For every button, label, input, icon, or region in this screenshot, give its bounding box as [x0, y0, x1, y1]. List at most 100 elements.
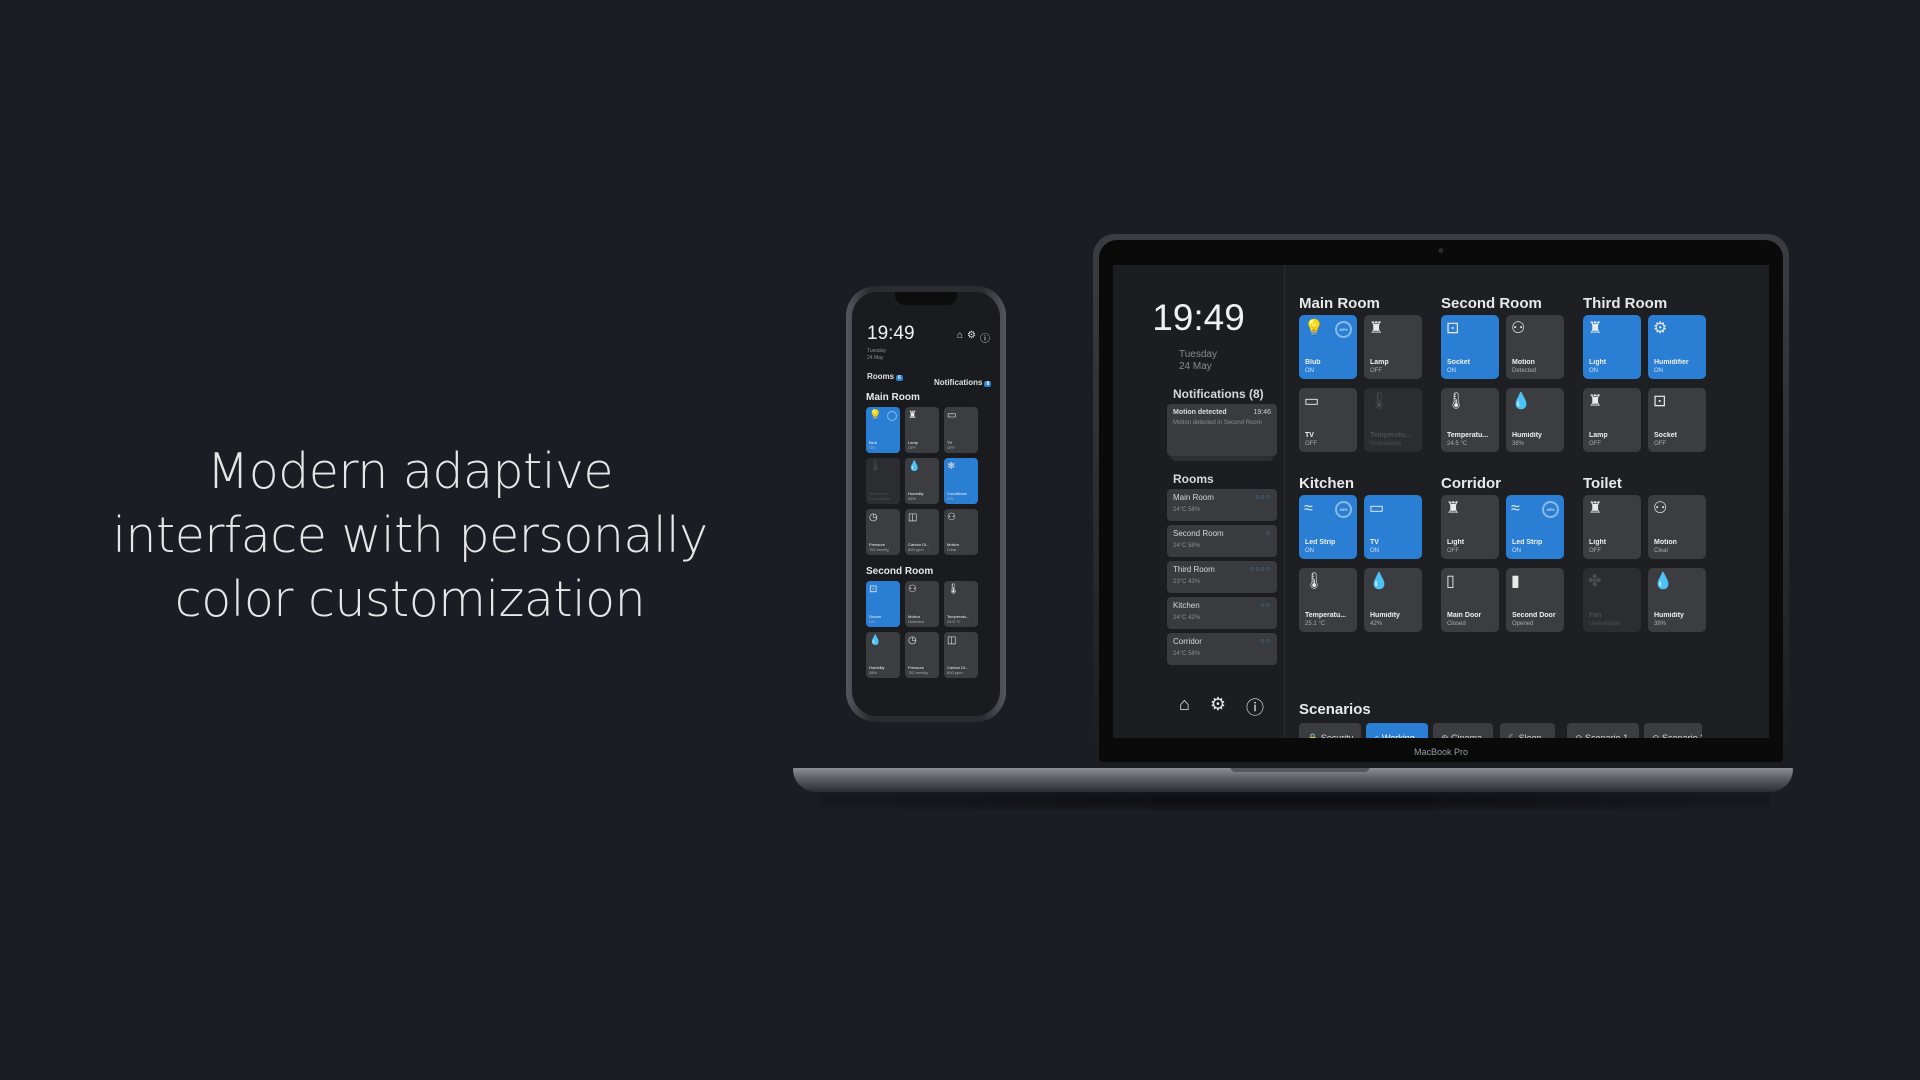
- tile-label: Motion: [1512, 359, 1535, 366]
- device-icon: 💧: [908, 461, 921, 472]
- device-tile[interactable]: ⚙ Humidifier ON: [1648, 315, 1706, 379]
- device-tile[interactable]: 💧 Humidity 38%: [1648, 568, 1706, 632]
- phone-device-tile[interactable]: 💧 Humidity 38%: [866, 632, 900, 678]
- phone-device-tile[interactable]: 💡 Blub ON: [866, 407, 900, 453]
- device-tile[interactable]: ♜ Light ON: [1583, 315, 1641, 379]
- device-tile[interactable]: ▭ TV ON: [1364, 495, 1422, 559]
- room-list-item[interactable]: Second Room 24°C 58% ○: [1167, 525, 1277, 557]
- room-list-item[interactable]: Third Room 23°C 43% ○○○○: [1167, 561, 1277, 593]
- room-status-dots: ○○○○: [1250, 566, 1271, 573]
- device-tile[interactable]: ⊡ Socket OFF: [1648, 388, 1706, 452]
- tab-rooms[interactable]: Rooms 6: [867, 372, 903, 381]
- tile-label: Led Strip: [1305, 539, 1336, 546]
- scenario-button[interactable]: ⊛ Cinema: [1433, 723, 1493, 738]
- device-icon: 💧: [869, 635, 882, 646]
- device-tile[interactable]: ♜ Light OFF: [1441, 495, 1499, 559]
- phone-device-tile[interactable]: ◫ Carbon Di... 800 ppm: [905, 509, 939, 555]
- device-tile[interactable]: ⊡ Socket ON: [1441, 315, 1499, 379]
- room-list-item[interactable]: Corridor 24°C 58% ○○: [1167, 633, 1277, 665]
- socket-icon: ⊡: [1653, 393, 1667, 410]
- tile-label: TV: [1305, 432, 1314, 439]
- room-list-item[interactable]: Kitchen 24°C 42% ○○: [1167, 597, 1277, 629]
- device-tile[interactable]: ▯ Main Door Closed: [1441, 568, 1499, 632]
- tile-status: ON: [869, 619, 875, 624]
- phone-device-tile[interactable]: ⚇ Motion Detected: [905, 581, 939, 627]
- light-icon: ♜: [1588, 500, 1603, 517]
- level-ring[interactable]: 60%: [1335, 321, 1352, 338]
- level-ring[interactable]: 40%: [1542, 501, 1559, 518]
- light-icon: ♜: [1588, 320, 1603, 337]
- device-tile[interactable]: 🌡 Temperatu... Unavailable: [1364, 388, 1422, 452]
- phone-device-tile[interactable]: 💧 Humidity 58%: [905, 458, 939, 504]
- notifications-title[interactable]: Notifications (8): [1173, 387, 1264, 401]
- info-icon[interactable]: ⓘ: [980, 330, 990, 345]
- room-list-item[interactable]: Main Room 24°C 58% ○○○: [1167, 489, 1277, 521]
- tile-status: OFF: [908, 445, 916, 450]
- device-tile[interactable]: ♜ Lamp OFF: [1364, 315, 1422, 379]
- phone-device-tile[interactable]: ❄ Conditioner ON: [944, 458, 978, 504]
- phone-screen: 19:49 Tuesday 24 May ⌂ ⚙ ⓘ Rooms 6 Notifi…: [852, 292, 1000, 716]
- level-ring[interactable]: [887, 411, 897, 421]
- tile-label: Socket: [1447, 359, 1470, 366]
- device-tile[interactable]: 💧 Humidity 42%: [1364, 568, 1422, 632]
- device-tile[interactable]: ≈40% Led Strip ON: [1299, 495, 1357, 559]
- device-tile[interactable]: ▭ TV OFF: [1299, 388, 1357, 452]
- notification-card[interactable]: Motion detected 19:46 Motion detected in…: [1167, 404, 1277, 456]
- rooms-badge: 6: [896, 375, 903, 381]
- tile-label: Humidity: [1512, 432, 1542, 439]
- tile-status: OFF: [1305, 441, 1317, 447]
- device-tile[interactable]: ✤ Fan Unavailable: [1583, 568, 1641, 632]
- level-ring[interactable]: 40%: [1335, 501, 1352, 518]
- device-tile[interactable]: ▮ Second Door Opened: [1506, 568, 1564, 632]
- tile-label: Humidifier: [1654, 359, 1689, 366]
- phone-notch: [895, 292, 957, 305]
- tile-label: Main Door: [1447, 612, 1482, 619]
- gear-icon[interactable]: ⚙: [1210, 694, 1226, 720]
- phone-device-tile[interactable]: ◫ Carbon Di... 800 ppm: [944, 632, 978, 678]
- tile-label: Motion: [1654, 539, 1677, 546]
- tile-status: Detected: [908, 619, 925, 624]
- device-icon: ⚇: [908, 584, 917, 595]
- scenario-button[interactable]: 🔒 Security: [1299, 723, 1361, 738]
- phone-device-tile[interactable]: ♜ Lamp OFF: [905, 407, 939, 453]
- device-tile[interactable]: ♜ Lamp OFF: [1583, 388, 1641, 452]
- phone-device-tile[interactable]: ⊡ Socket ON: [866, 581, 900, 627]
- tile-status: 752 mmHg: [869, 547, 889, 552]
- device-tile[interactable]: 🌡 Temperatu... 25.1 °C: [1299, 568, 1357, 632]
- scenario-button[interactable]: ⊙ Scenario 1: [1567, 723, 1639, 738]
- device-tile[interactable]: 🌡 Temperatu... 24.5 °C: [1441, 388, 1499, 452]
- device-icon: ♜: [908, 410, 917, 421]
- device-tile[interactable]: ⚇ Motion Clear: [1648, 495, 1706, 559]
- scenario-button[interactable]: ⊙ Scenario 2: [1644, 723, 1702, 738]
- phone-device-tile[interactable]: ▭ TV OFF: [944, 407, 978, 453]
- info-icon[interactable]: ⓘ: [1246, 694, 1264, 720]
- tile-label: Light: [1447, 539, 1465, 546]
- tab-notifications[interactable]: Notifications 8: [934, 378, 992, 387]
- device-tile[interactable]: ⚇ Motion Detected: [1506, 315, 1564, 379]
- scenario-button[interactable]: ⌂ Working: [1366, 723, 1428, 738]
- phone: 19:49 Tuesday 24 May ⌂ ⚙ ⓘ Rooms 6 Notifi…: [846, 286, 1006, 722]
- device-icon: ◷: [869, 512, 878, 523]
- scenario-button[interactable]: ☾ Sleep: [1500, 723, 1555, 738]
- home-icon[interactable]: ⌂: [1179, 694, 1190, 720]
- tile-status: OFF: [1370, 368, 1382, 374]
- tile-status: 58%: [908, 496, 917, 501]
- device-tile[interactable]: ♜ Light OFF: [1583, 495, 1641, 559]
- tile-status: Clear: [947, 547, 957, 552]
- phone-device-tile[interactable]: ⚇ Motion Clear: [944, 509, 978, 555]
- phone-device-tile[interactable]: ◷ Pressure 752 mmHg: [866, 509, 900, 555]
- device-tile[interactable]: 💧 Humidity 38%: [1506, 388, 1564, 452]
- device-tile[interactable]: ≈40% Led Strip ON: [1506, 495, 1564, 559]
- phone-device-tile[interactable]: 🌡 Temperatu... 24.5 °C: [944, 581, 978, 627]
- device-icon: ◫: [908, 512, 918, 523]
- phone-device-tile[interactable]: ◷ Pressure 752 mmHg: [905, 632, 939, 678]
- tile-status: 800 ppm: [947, 670, 963, 675]
- home-icon[interactable]: ⌂: [957, 330, 963, 345]
- tile-status: 38%: [1512, 441, 1525, 447]
- device-tile[interactable]: 💡 60% Blub ON: [1299, 315, 1357, 379]
- motion-icon: ⚇: [1511, 320, 1526, 337]
- phone-day: Tuesday: [867, 348, 886, 354]
- phone-device-tile[interactable]: 🌡 Temperatu... Unavailable: [866, 458, 900, 504]
- sidebar: 19:49 Tuesday 24 May Notifications (8) M…: [1113, 265, 1285, 738]
- gear-icon[interactable]: ⚙: [967, 330, 976, 345]
